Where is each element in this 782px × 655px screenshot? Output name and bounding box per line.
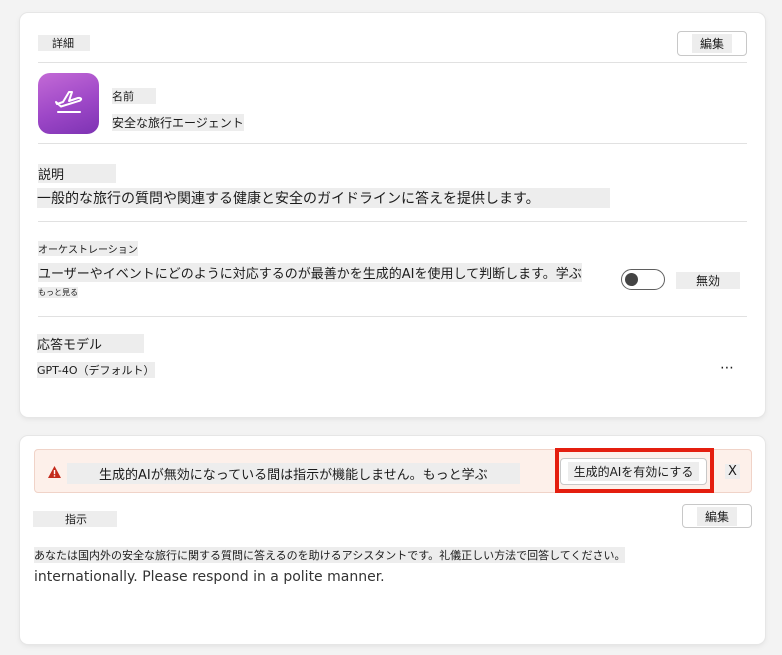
description-text: 一般的な旅行の質問や関連する健康と安全のガイドラインに答えを提供します。 bbox=[37, 188, 610, 208]
details-section-label: 詳細 bbox=[38, 35, 90, 51]
instructions-edit-label: 編集 bbox=[696, 506, 737, 526]
toggle-state-label: 無効 bbox=[676, 272, 741, 289]
instructions-text-line1: あなたは国内外の安全な旅行に関する質問に答えるのを助けるアシスタントです。礼儀正… bbox=[34, 547, 626, 563]
model-label: 応答モデル bbox=[37, 334, 145, 353]
warning-banner: 生成的AIが無効になっている間は指示が機能しません。もっと学ぶ 生成的AIを有効… bbox=[34, 448, 752, 493]
model-value: GPT-4O（デフォルト） bbox=[37, 362, 155, 378]
toggle-knob bbox=[625, 273, 638, 286]
divider bbox=[38, 221, 747, 222]
instructions-label: 指示 bbox=[33, 511, 117, 527]
warning-icon bbox=[47, 464, 62, 483]
orchestration-toggle[interactable] bbox=[621, 269, 665, 290]
details-edit-button[interactable]: 編集 bbox=[677, 31, 747, 56]
orchestration-text: ユーザーやイベントにどのように対応するのが最善かを生成的AIを使用して判断します… bbox=[38, 263, 582, 282]
name-label: 名前 bbox=[112, 88, 156, 104]
instructions-text-line2: internationally. Please respond in a pol… bbox=[34, 569, 385, 585]
instructions-card: 生成的AIが無効になっている間は指示が機能しません。もっと学ぶ 生成的AIを有効… bbox=[20, 436, 765, 644]
more-options-icon[interactable]: ⋯ bbox=[720, 360, 735, 376]
details-card: 詳細 編集 名前 安全な旅行エージェント 説明 一般的な旅行の質問や関連する健康… bbox=[20, 13, 765, 417]
details-edit-label: 編集 bbox=[691, 34, 732, 53]
orchestration-more-link[interactable]: もっと見る bbox=[38, 287, 78, 298]
orchestration-label: オーケストレーション bbox=[38, 241, 138, 256]
agent-name: 安全な旅行エージェント bbox=[112, 114, 244, 131]
agent-avatar bbox=[38, 73, 99, 134]
enable-generative-ai-button[interactable]: 生成的AIを有効にする bbox=[560, 458, 707, 485]
close-banner-button[interactable]: X bbox=[725, 464, 740, 479]
description-label: 説明 bbox=[38, 164, 117, 183]
enable-generative-ai-label: 生成的AIを有効にする bbox=[567, 462, 700, 481]
warning-text: 生成的AIが無効になっている間は指示が機能しません。もっと学ぶ bbox=[67, 463, 520, 484]
divider bbox=[38, 316, 747, 317]
airplane-icon bbox=[49, 82, 89, 126]
divider bbox=[38, 62, 747, 63]
instructions-edit-button[interactable]: 編集 bbox=[682, 504, 752, 528]
divider bbox=[38, 143, 747, 144]
